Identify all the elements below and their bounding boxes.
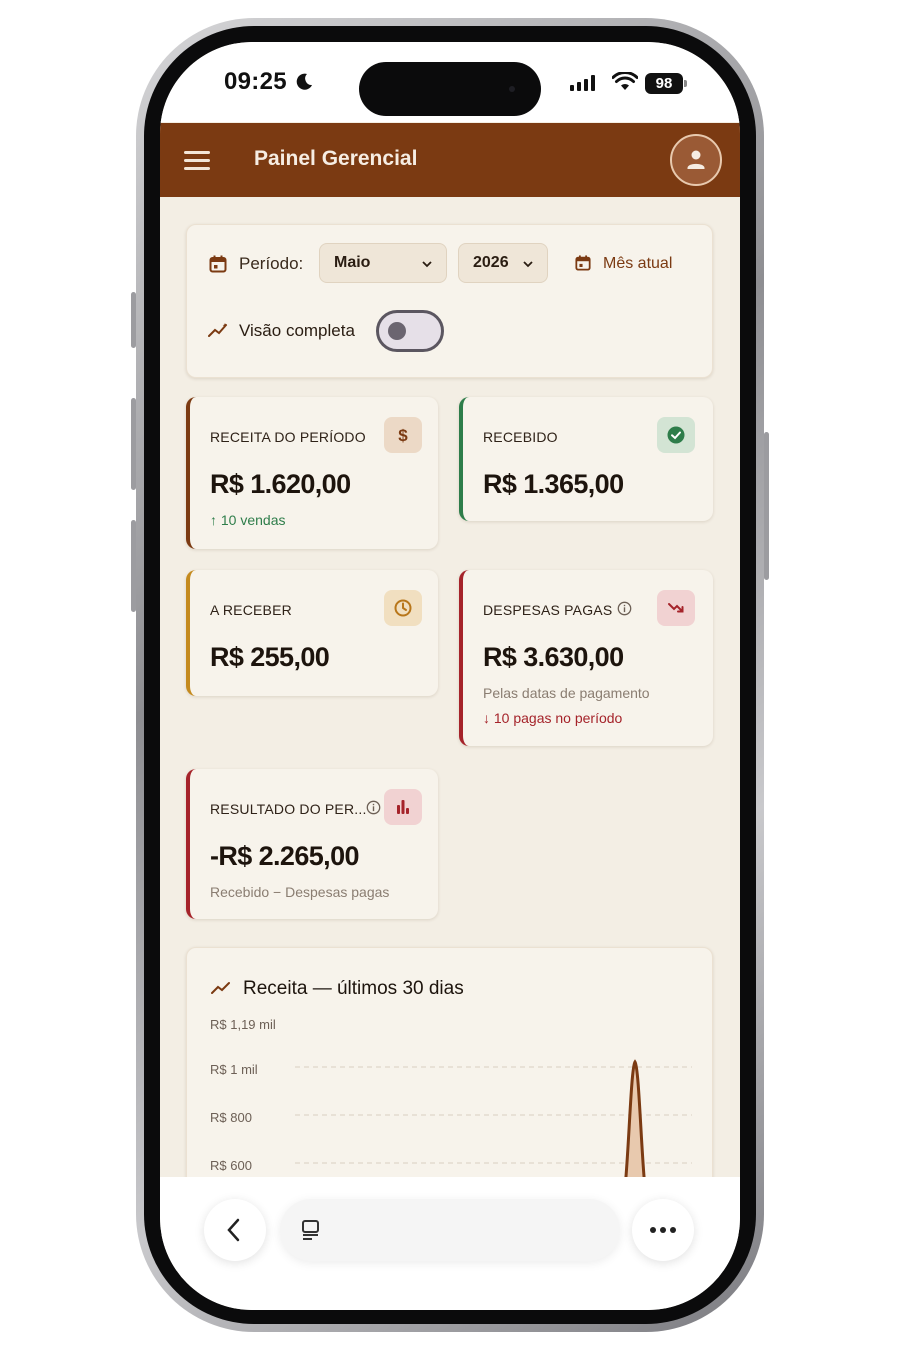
svg-text:$: $ <box>398 426 408 444</box>
stat-note: ↓ 10 pagas no período <box>483 710 623 726</box>
avatar-button[interactable] <box>670 134 722 186</box>
volume-up-button <box>131 398 136 490</box>
year-select[interactable]: 2026 <box>458 243 548 283</box>
stat-card-revenue: RECEITA DO PERÍODO $ R$ 1.620,00 ↑ 10 ve… <box>186 397 438 549</box>
stat-subtitle: Pelas datas de pagamento <box>483 685 650 701</box>
calendar-icon <box>575 255 591 271</box>
month-select[interactable]: Maio <box>319 243 447 283</box>
current-month-button[interactable]: Mês atual <box>603 255 672 273</box>
status-bar: 09:25 98 <box>160 42 740 122</box>
phone-screen: 09:25 98 Painel Gerencial Período: Maio … <box>160 42 740 1310</box>
power-button <box>764 432 769 580</box>
bar-chart-icon <box>397 800 409 814</box>
stat-badge <box>657 590 695 626</box>
dynamic-island <box>359 62 541 116</box>
tabs-icon <box>302 1220 319 1240</box>
stat-badge: $ <box>384 417 422 453</box>
more-icon <box>650 1227 676 1233</box>
stat-label: RECEBIDO <box>483 429 558 445</box>
stat-label: DESPESAS PAGAS <box>483 602 613 618</box>
info-icon[interactable] <box>617 601 632 616</box>
stat-label: RESULTADO DO PER... <box>210 801 367 817</box>
chevron-down-icon <box>523 261 533 268</box>
dollar-icon: $ <box>398 426 408 444</box>
volume-down-button <box>131 520 136 612</box>
insights-icon <box>208 323 228 337</box>
stat-label: A RECEBER <box>210 602 292 618</box>
stat-note: ↑ 10 vendas <box>210 512 286 528</box>
wifi-icon <box>612 72 638 90</box>
stat-badge <box>657 417 695 453</box>
menu-icon[interactable] <box>184 151 210 171</box>
stat-subtitle: Recebido − Despesas pagas <box>210 884 390 900</box>
stat-value: -R$ 2.265,00 <box>210 841 360 871</box>
info-icon[interactable] <box>366 800 381 815</box>
stat-card-received: RECEBIDO R$ 1.365,00 <box>459 397 713 521</box>
stat-value: R$ 1.620,00 <box>210 469 351 499</box>
calendar-icon <box>209 255 227 273</box>
period-label: Período: <box>239 254 304 273</box>
app-header: Painel Gerencial <box>160 123 740 197</box>
stat-card-receivable: A RECEBER R$ 255,00 <box>186 570 438 696</box>
stat-badge <box>384 590 422 626</box>
chevron-left-icon <box>227 1218 240 1242</box>
clock-icon <box>394 599 412 617</box>
trending-down-icon <box>668 603 684 613</box>
more-button[interactable] <box>632 1199 694 1261</box>
full-view-label: Visão completa <box>239 321 355 340</box>
month-value: Maio <box>334 254 371 271</box>
page-title: Painel Gerencial <box>254 147 418 170</box>
browser-toolbar <box>160 1177 740 1310</box>
back-button[interactable] <box>204 1199 266 1261</box>
stat-card-expenses: DESPESAS PAGAS R$ 3.630,00 Pelas datas d… <box>459 570 713 746</box>
chevron-down-icon <box>422 261 432 268</box>
user-icon <box>687 150 705 169</box>
stat-card-result: RESULTADO DO PER... -R$ 2.265,00 Recebid… <box>186 769 438 919</box>
year-value: 2026 <box>473 254 509 271</box>
stat-label: RECEITA DO PERÍODO <box>210 429 366 445</box>
battery-indicator: 98 <box>645 73 683 94</box>
stat-value: R$ 255,00 <box>210 642 330 672</box>
full-view-toggle[interactable] <box>376 310 444 352</box>
address-bar[interactable] <box>280 1199 620 1261</box>
action-button <box>131 292 136 348</box>
stat-value: R$ 3.630,00 <box>483 642 624 672</box>
moon-icon <box>296 73 312 90</box>
filter-card: Período: Maio 2026 Mês atual Visão compl… <box>186 224 713 378</box>
status-time: 09:25 <box>224 68 287 95</box>
stat-value: R$ 1.365,00 <box>483 469 624 499</box>
stat-badge <box>384 789 422 825</box>
check-circle-icon <box>667 426 685 444</box>
cellular-signal-icon <box>570 75 595 91</box>
